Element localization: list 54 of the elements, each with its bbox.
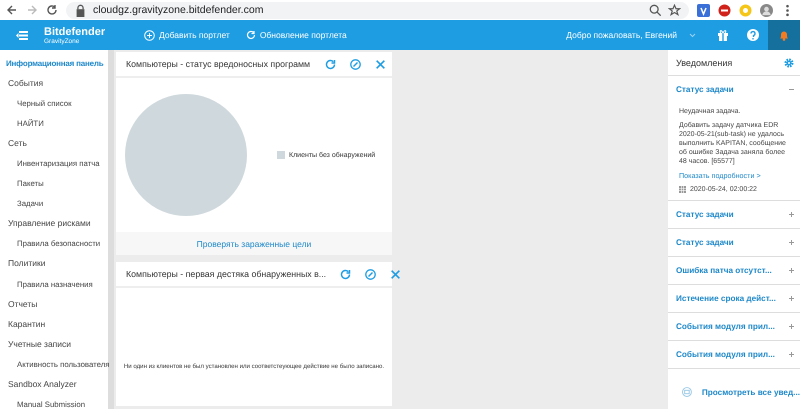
refresh-icon[interactable] bbox=[340, 268, 352, 280]
view-all-link[interactable]: Просмотреть все увед... bbox=[702, 388, 800, 396]
sidebar-item[interactable]: Управление рисками bbox=[0, 214, 108, 234]
plus-icon[interactable] bbox=[789, 324, 794, 329]
back-arrow-icon[interactable] bbox=[6, 4, 18, 16]
help-icon[interactable] bbox=[747, 29, 759, 41]
menu-icon[interactable] bbox=[16, 30, 28, 40]
plus-icon[interactable] bbox=[789, 240, 794, 245]
portlet-title: Компьютеры - статус вредоносных программ bbox=[126, 59, 311, 69]
notification-header[interactable]: Ошибка патча отсутст... bbox=[676, 257, 794, 284]
settings-icon[interactable] bbox=[784, 58, 794, 68]
sidebar-item[interactable]: Учетные записи bbox=[0, 334, 108, 354]
chevron-down-icon[interactable] bbox=[689, 32, 696, 38]
plus-circle-icon bbox=[144, 30, 155, 40]
close-icon[interactable] bbox=[390, 268, 402, 280]
lock-icon bbox=[74, 4, 87, 16]
notification-header[interactable]: Статус задачи bbox=[676, 229, 794, 256]
sidebar-item[interactable]: Карантин bbox=[0, 314, 108, 334]
bell-icon[interactable] bbox=[778, 29, 790, 41]
extension-icon[interactable] bbox=[718, 4, 731, 16]
sidebar-item[interactable]: Информационная панель bbox=[0, 53, 108, 74]
gift-icon[interactable] bbox=[717, 29, 729, 41]
extension-icon[interactable] bbox=[697, 4, 710, 16]
plus-icon[interactable] bbox=[789, 268, 794, 273]
star-icon[interactable] bbox=[668, 4, 681, 16]
refresh-icon[interactable] bbox=[325, 58, 336, 70]
sidebar-item[interactable]: Политики bbox=[0, 254, 108, 274]
minus-icon[interactable] bbox=[789, 87, 794, 92]
sidebar-item[interactable]: Сеть bbox=[0, 133, 108, 154]
portlet-title: Компьютеры - первая дестяка обнаруженных в... bbox=[126, 269, 326, 279]
sidebar-item[interactable]: События bbox=[0, 73, 108, 94]
notification-header[interactable]: События модуля прил... bbox=[676, 313, 794, 340]
address-bar[interactable]: cloudgz.gravityzone.bitdefender.com bbox=[66, 2, 689, 18]
plus-icon[interactable] bbox=[789, 212, 794, 217]
url-text: cloudgz.gravityzone.bitdefender.com bbox=[93, 4, 264, 16]
edit-icon[interactable] bbox=[365, 268, 376, 280]
sidebar-item[interactable]: Sandbox Analyzer bbox=[0, 374, 108, 395]
edit-icon[interactable] bbox=[350, 58, 361, 70]
calendar-icon bbox=[679, 186, 686, 193]
zoom-icon[interactable] bbox=[649, 4, 662, 16]
reload-icon[interactable] bbox=[46, 4, 58, 16]
notifications-title: Уведомления bbox=[676, 58, 732, 68]
plus-icon[interactable] bbox=[789, 296, 794, 301]
notification-header[interactable]: Истечение срока дейст... bbox=[676, 285, 794, 312]
refresh-icon bbox=[246, 30, 256, 40]
notification-header[interactable]: Статус задачи bbox=[676, 201, 794, 228]
avatar-icon[interactable] bbox=[760, 4, 773, 16]
notification-header[interactable]: Статус задачи bbox=[676, 76, 794, 103]
brand-name: Bitdefender bbox=[44, 26, 106, 38]
forward-arrow-icon[interactable] bbox=[26, 4, 38, 16]
notification-header[interactable]: События модуля прил... bbox=[676, 341, 794, 368]
plus-icon[interactable] bbox=[789, 352, 794, 357]
sidebar-item[interactable]: Отчеты bbox=[0, 294, 108, 314]
close-icon[interactable] bbox=[375, 58, 386, 70]
